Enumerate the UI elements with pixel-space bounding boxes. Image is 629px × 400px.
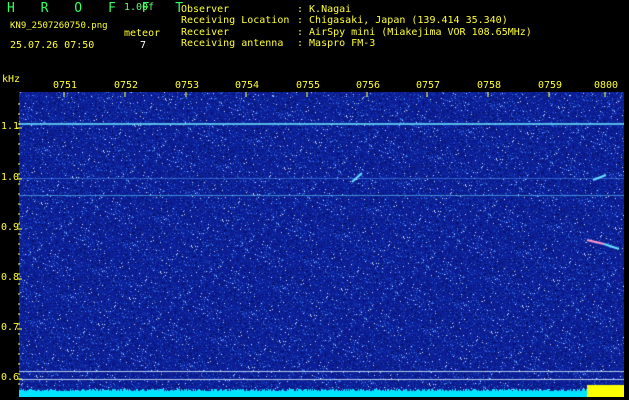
axis-ticks	[17, 92, 606, 385]
